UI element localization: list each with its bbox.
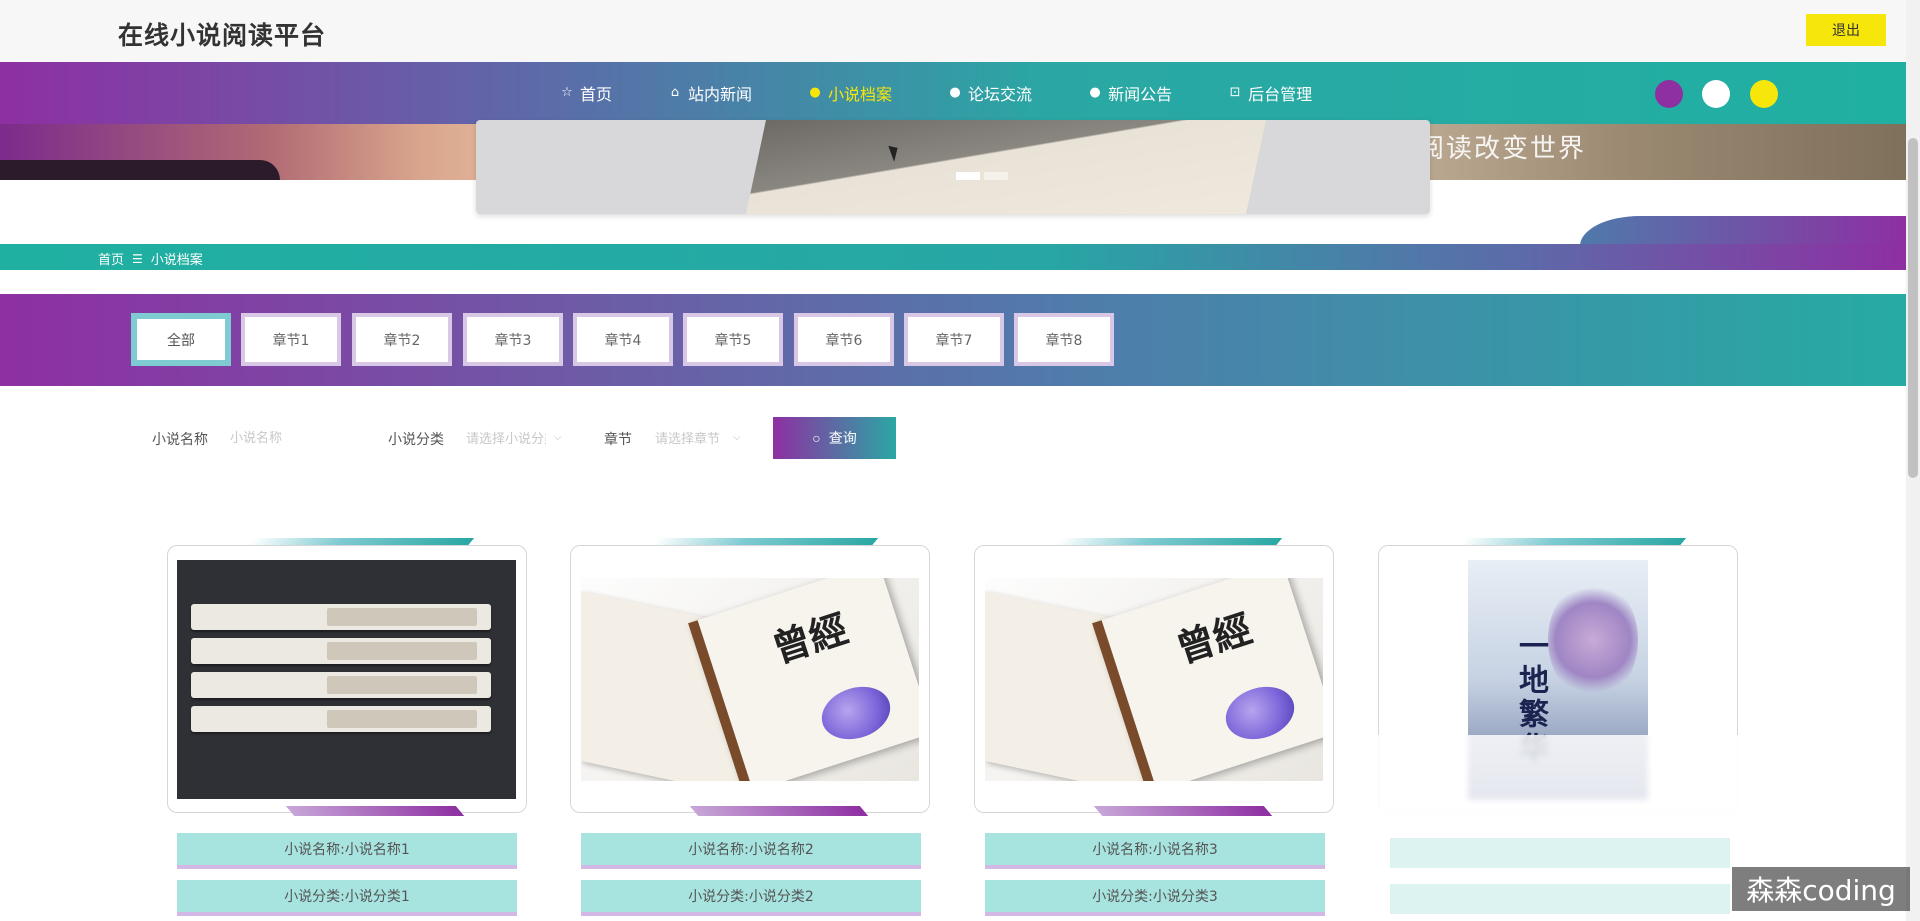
watermark: 森森coding: [1732, 867, 1910, 911]
novel-type-text: 小说分类:小说分类1: [177, 880, 517, 916]
novel-name-text: 小说名称:小说名称3: [985, 833, 1325, 869]
box-icon: ⊡: [1229, 85, 1241, 100]
nav-item-label: 站内新闻: [688, 85, 753, 104]
novel-name-text: 小说名称:小说名称2: [581, 833, 921, 869]
nav-item-novel-archive[interactable]: ● 小说档案: [808, 81, 892, 105]
breadcrumb-wave-deco: [1580, 216, 1906, 246]
info-icon: ●: [1089, 85, 1101, 100]
novel-type-text-placeholder: [1390, 884, 1730, 914]
top-bar: 在线小说阅读平台 退出: [0, 0, 1910, 62]
query-button-label: 查询: [828, 430, 857, 446]
nav-item-label: 首页: [580, 85, 613, 104]
nav-item-announcements[interactable]: ● 新闻公告: [1088, 81, 1172, 105]
circle-icon: ●: [949, 85, 961, 100]
chapter-label: 章节: [604, 432, 632, 448]
category-chapter-3[interactable]: 章节3: [463, 313, 563, 366]
breadcrumb-separator-icon: ☰: [132, 251, 143, 266]
novel-type-placeholder: 请选择小说分类: [466, 431, 546, 447]
theme-dot-yellow[interactable]: [1750, 80, 1778, 108]
nav-item-news[interactable]: ⌂ 站内新闻: [668, 81, 752, 105]
page-scrollbar[interactable]: [1906, 0, 1920, 921]
query-button[interactable]: ○ 查询: [773, 417, 896, 459]
novel-type-select[interactable]: 请选择小说分类 ⌵: [466, 424, 576, 450]
card-deco-bottom: [689, 806, 869, 816]
card-deco-bottom: [285, 806, 465, 816]
category-all[interactable]: 全部: [131, 313, 231, 366]
category-chapter-4[interactable]: 章节4: [573, 313, 673, 366]
banner-dark-strip: [0, 160, 280, 180]
star-icon: ☆: [561, 85, 573, 100]
nav-item-admin[interactable]: ⊡ 后台管理: [1228, 81, 1312, 105]
novel-name-text-placeholder: [1390, 838, 1730, 868]
theme-dot-purple[interactable]: [1655, 80, 1683, 108]
chapter-select[interactable]: 请选择章节 ⌵: [655, 424, 755, 450]
nav-item-label: 论坛交流: [968, 85, 1033, 104]
novel-cover-image[interactable]: [177, 560, 516, 799]
breadcrumb-current: 小说档案: [150, 253, 203, 268]
novel-name-text: 小说名称:小说名称1: [177, 833, 517, 869]
category-chapter-7[interactable]: 章节7: [904, 313, 1004, 366]
theme-dot-white[interactable]: [1702, 80, 1730, 108]
banner-slogan: 阅读改变世界: [1418, 134, 1587, 164]
nav-item-label: 新闻公告: [1108, 85, 1173, 104]
novel-type-text: 小说分类:小说分类2: [581, 880, 921, 916]
nav-item-home[interactable]: ☆ 首页: [560, 81, 612, 105]
nav-item-label: 后台管理: [1248, 85, 1313, 104]
novel-cover-image[interactable]: 曾經: [985, 578, 1323, 781]
breadcrumb: 首页 ☰ 小说档案: [98, 249, 203, 269]
site-title: 在线小说阅读平台: [118, 21, 327, 50]
breadcrumb-home[interactable]: 首页: [98, 249, 124, 268]
nav-item-label: 小说档案: [828, 85, 893, 104]
main-nav: ☆ 首页 ⌂ 站内新闻 ● 小说档案 ● 论坛交流 ● 新闻公告 ⊡ 后台管理: [0, 62, 1906, 124]
nav-item-forum[interactable]: ● 论坛交流: [948, 81, 1032, 105]
novel-name-input[interactable]: [230, 424, 370, 450]
category-chapter-6[interactable]: 章节6: [794, 313, 894, 366]
category-chapter-2[interactable]: 章节2: [352, 313, 452, 366]
novel-type-label: 小说分类: [388, 432, 444, 448]
category-chapter-8[interactable]: 章节8: [1014, 313, 1114, 366]
category-chapter-5[interactable]: 章节5: [683, 313, 783, 366]
novel-name-label: 小说名称: [152, 432, 208, 448]
chapter-placeholder: 请选择章节: [655, 431, 721, 447]
logout-button[interactable]: 退出: [1806, 14, 1886, 46]
scroll-thumb[interactable]: [1908, 138, 1918, 478]
breadcrumb-band: [0, 244, 1906, 270]
search-icon: ○: [812, 430, 821, 446]
chevron-down-icon: ⌵: [733, 431, 741, 443]
card-deco-bottom: [1093, 806, 1273, 816]
category-chapter-1[interactable]: 章节1: [241, 313, 341, 366]
bag-icon: ⌂: [670, 85, 680, 100]
novel-type-text: 小说分类:小说分类3: [985, 880, 1325, 916]
circle-icon: ●: [809, 85, 821, 100]
chevron-down-icon: ⌵: [554, 431, 562, 443]
carousel-indicator-active[interactable]: [956, 172, 980, 180]
carousel[interactable]: [476, 120, 1430, 214]
carousel-indicator[interactable]: [984, 172, 1008, 180]
carousel-image: [746, 120, 1266, 214]
novel-cover-image[interactable]: 曾經: [581, 578, 919, 781]
